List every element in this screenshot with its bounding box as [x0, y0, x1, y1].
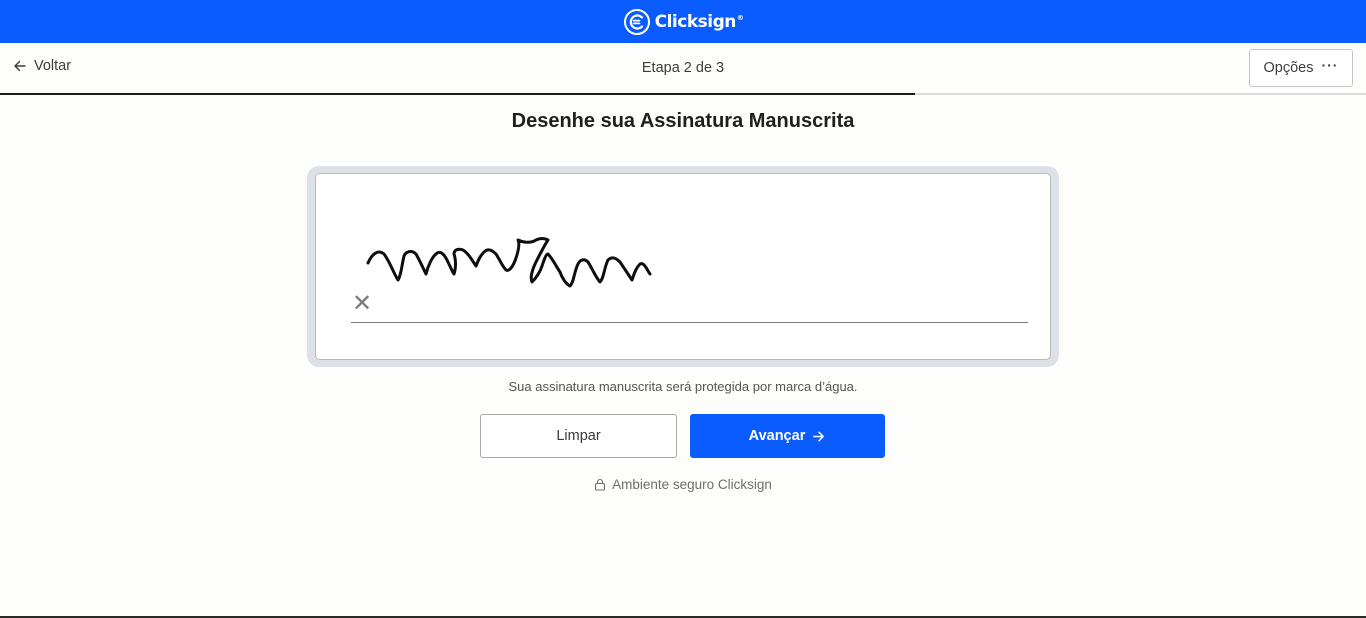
arrow-right-icon	[813, 431, 825, 441]
page-title: Desenhe sua Assinatura Manuscrita	[511, 110, 855, 132]
secure-environment: Ambiente seguro Clicksign	[0, 477, 1366, 492]
secure-label: Ambiente seguro Clicksign	[612, 477, 772, 492]
progress-fill	[0, 93, 916, 95]
brand-bar: Clicksign®	[0, 0, 1366, 43]
signature-drawing	[366, 237, 652, 288]
step-indicator: Etapa 2 de 3	[641, 60, 725, 76]
more-dots-icon: ···	[1321, 57, 1339, 73]
clear-label: Limpar	[556, 428, 601, 444]
brand: Clicksign®	[623, 8, 744, 36]
next-button[interactable]: Avançar	[690, 414, 885, 458]
signature-baseline	[351, 322, 1028, 323]
step-header: Voltar Etapa 2 de 3 Opções ···	[0, 43, 1366, 95]
signature-canvas[interactable]: ✕	[315, 173, 1051, 360]
clear-button[interactable]: Limpar	[480, 414, 677, 458]
signature-x-mark: ✕	[352, 290, 373, 317]
options-button[interactable]: Opções ···	[1249, 49, 1353, 87]
progress-bar	[0, 93, 1366, 95]
options-label: Opções	[1263, 60, 1314, 76]
next-label: Avançar	[748, 428, 806, 444]
registered-mark: ®	[736, 13, 744, 22]
watermark-note: Sua assinatura manuscrita será protegida…	[508, 379, 858, 394]
signature-pad-frame: ✕	[307, 166, 1059, 367]
brand-name: Clicksign®	[654, 11, 744, 32]
lock-icon	[595, 478, 606, 491]
clicksign-logo-icon	[623, 8, 650, 35]
